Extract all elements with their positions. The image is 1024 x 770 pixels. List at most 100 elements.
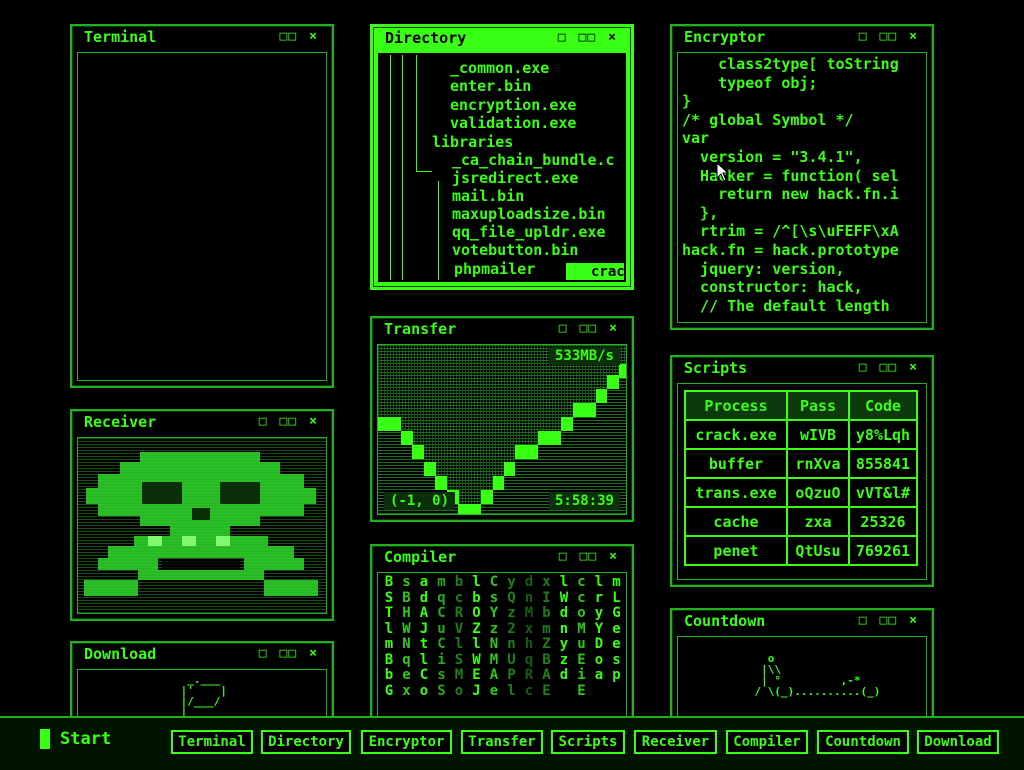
encryptor-code-view[interactable]: class2type[ toString typeof obj;}/* glob… (677, 52, 927, 323)
table-cell: 769261 (848, 535, 918, 566)
table-cell: wIVB (786, 419, 850, 450)
taskbar-button-encryptor[interactable]: Encryptor (361, 730, 452, 754)
maximize-button[interactable]: □□ (880, 357, 898, 379)
table-cell: oQzuO (786, 477, 850, 508)
scripts-titlebar[interactable]: Scripts □ □□ × (672, 357, 932, 379)
code-line: var (682, 129, 710, 148)
directory-titlebar[interactable]: Directory □ □□ × (373, 27, 631, 49)
download-titlebar[interactable]: Download □ □□ × (72, 643, 332, 665)
maximize-button[interactable]: □□ (280, 411, 298, 433)
countdown-window[interactable]: Countdown □ □□ × o |\\ | ° ,-* / \(_).....… (670, 608, 934, 724)
maximize-button[interactable]: □□ (280, 26, 298, 48)
taskbar-button-transfer[interactable]: Transfer (461, 730, 543, 754)
minimize-button[interactable]: □ (259, 643, 268, 665)
mouse-pointer-icon (716, 162, 730, 182)
table-cell: buffer (684, 448, 788, 479)
encryptor-titlebar[interactable]: Encryptor □ □□ × (672, 26, 932, 48)
compiler-matrix: B S T l m B b G s B H W N q e x a d A J t … (377, 572, 627, 717)
table-cell: y8%Lqh (848, 419, 918, 450)
directory-window[interactable]: Directory □ □□ × _common.exe enter.bin enc… (370, 24, 634, 290)
close-button[interactable]: × (909, 357, 918, 379)
taskbar-button-terminal[interactable]: Terminal (171, 730, 253, 754)
close-button[interactable]: × (909, 610, 918, 632)
terminal-titlebar[interactable]: Terminal □□ × (72, 26, 332, 48)
table-cell: QtUsu (786, 535, 850, 566)
file-entry[interactable]: qq_file_upldr.exe (452, 223, 606, 241)
file-entry[interactable]: maxuploadsize.bin (452, 205, 606, 223)
crack-button[interactable]: crack (566, 263, 624, 280)
file-entry[interactable]: _ca_chain_bundle.c (452, 151, 615, 169)
matrix-column: B S T l m B b G (384, 574, 394, 699)
maximize-button[interactable]: □□ (579, 27, 597, 49)
minimize-button[interactable]: □ (259, 411, 268, 433)
maximize-button[interactable]: □□ (880, 26, 898, 48)
terminal-window[interactable]: Terminal □□ × (70, 24, 334, 388)
tree-guide-line (416, 55, 417, 172)
encryptor-window[interactable]: Encryptor □ □□ × class2type[ toString type… (670, 24, 934, 330)
table-row[interactable]: trans.exe oQzuO vVT&l# (684, 477, 918, 508)
taskbar-button-compiler[interactable]: Compiler (726, 730, 808, 754)
taskbar-button-download[interactable]: Download (917, 730, 999, 754)
compiler-titlebar[interactable]: Compiler □ □□ × (372, 546, 632, 568)
download-display: _.___ |' | |/___/ | (77, 669, 327, 717)
tree-guide-line (438, 181, 439, 280)
taskbar-button-scripts[interactable]: Scripts (551, 730, 625, 754)
file-entry[interactable]: mail.bin (452, 187, 524, 205)
file-entry[interactable]: jsredirect.exe (452, 169, 578, 187)
table-row[interactable]: buffer rnXva 855841 (684, 448, 918, 479)
receiver-titlebar[interactable]: Receiver □ □□ × (72, 411, 332, 433)
directory-tree[interactable]: _common.exe enter.bin encryption.exe val… (378, 53, 626, 282)
terminal-output[interactable] (77, 52, 327, 381)
graph-bar-hollow (526, 459, 539, 514)
table-row[interactable]: penet QtUsu 769261 (684, 535, 918, 566)
terminal-title: Terminal (84, 28, 157, 46)
table-row[interactable]: crack.exe wIVB y8%Lqh (684, 419, 918, 450)
close-button[interactable]: × (608, 27, 617, 49)
matrix-column: a d A J t l C o (419, 574, 429, 699)
minimize-button[interactable]: □ (559, 318, 568, 340)
maximize-button[interactable]: □□ (580, 546, 598, 568)
taskbar-button-countdown[interactable]: Countdown (817, 730, 909, 754)
close-button[interactable]: × (909, 26, 918, 48)
close-button[interactable]: × (309, 643, 318, 665)
file-entry[interactable]: _common.exe (450, 59, 549, 77)
folder-entry[interactable]: phpmailer (454, 260, 535, 278)
close-button[interactable]: × (309, 26, 318, 48)
minimize-button[interactable]: □ (859, 357, 868, 379)
column-header: Pass (786, 390, 850, 421)
file-entry[interactable]: enter.bin (450, 77, 531, 95)
receiver-image (77, 437, 327, 614)
download-window[interactable]: Download □ □□ × _.___ |' | |/___/ | (70, 641, 334, 724)
minimize-button[interactable]: □ (558, 27, 567, 49)
folder-entry[interactable]: libraries (432, 133, 513, 151)
graph-bar (504, 462, 516, 514)
maximize-button[interactable]: □□ (880, 610, 898, 632)
file-entry[interactable]: encryption.exe (450, 96, 576, 114)
minimize-button[interactable]: □ (859, 610, 868, 632)
table-cell: zxa (786, 506, 850, 537)
minimize-button[interactable]: □ (559, 546, 568, 568)
table-row[interactable]: cache zxa 25326 (684, 506, 918, 537)
receiver-window[interactable]: Receiver □ □□ × (70, 409, 334, 621)
start-button[interactable]: Start (40, 728, 111, 750)
compiler-window[interactable]: Compiler □ □□ × B S T l m B b Gs B H W N q… (370, 544, 634, 724)
countdown-titlebar[interactable]: Countdown □ □□ × (672, 610, 932, 632)
code-line: constructor: hack, (682, 278, 863, 297)
file-entry[interactable]: validation.exe (450, 114, 576, 132)
matrix-column: l r y Y D o a (594, 574, 604, 683)
maximize-button[interactable]: □□ (580, 318, 598, 340)
code-line: rtrim = /^[\s\uFEFF\xA (682, 222, 899, 241)
receiver-title: Receiver (84, 413, 157, 431)
transfer-titlebar[interactable]: Transfer □ □□ × (372, 318, 632, 340)
transfer-window[interactable]: Transfer □ □□ × 533MB/s (-1, 0) 5:58:39 (370, 316, 634, 522)
scripts-window[interactable]: Scripts □ □□ × Process Pass Code crack.exe… (670, 355, 934, 587)
graph-bar (526, 445, 539, 514)
close-button[interactable]: × (609, 546, 618, 568)
maximize-button[interactable]: □□ (280, 643, 298, 665)
taskbar-button-receiver[interactable]: Receiver (634, 730, 717, 754)
taskbar-button-directory[interactable]: Directory (261, 730, 351, 754)
close-button[interactable]: × (309, 411, 318, 433)
close-button[interactable]: × (609, 318, 618, 340)
file-entry[interactable]: votebutton.bin (452, 241, 578, 259)
minimize-button[interactable]: □ (859, 26, 868, 48)
